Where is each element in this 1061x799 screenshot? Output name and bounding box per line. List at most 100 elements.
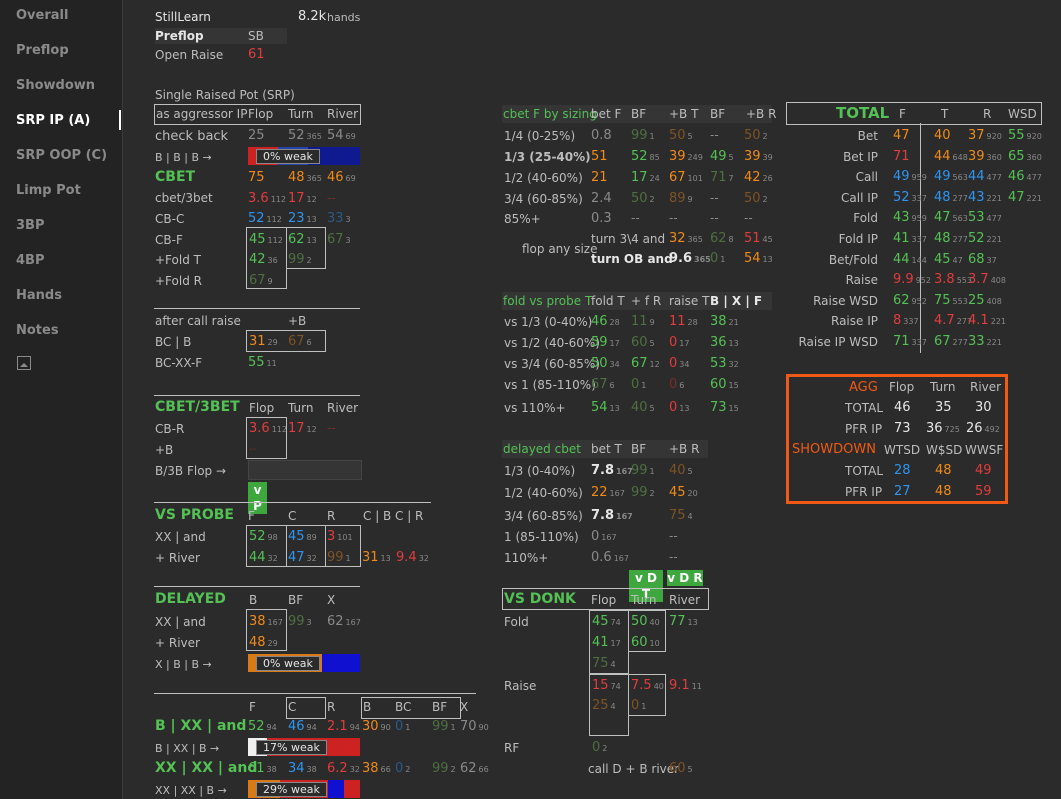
vsprobe-col: C | R bbox=[395, 509, 424, 523]
bottom-col: R bbox=[327, 700, 336, 714]
sizing-title: cbet F by sizing bbox=[503, 107, 597, 121]
cell: -- bbox=[327, 421, 336, 435]
bottom-r2b-label: XX | XX | B → bbox=[155, 784, 227, 797]
bottom-r2b-bar: 29% weak bbox=[248, 780, 360, 798]
cell: 44 477 bbox=[968, 169, 1002, 185]
agg-col: River bbox=[970, 380, 1002, 394]
nav-showdown[interactable]: Showdown bbox=[16, 78, 95, 93]
cell: 70 90 bbox=[460, 719, 489, 734]
vsprobe-col: R bbox=[327, 509, 336, 523]
sizing-col: bet F bbox=[591, 107, 622, 121]
cell: 3 101 bbox=[327, 529, 353, 544]
cell: 73 bbox=[894, 421, 911, 436]
cell: 2.1 94 bbox=[327, 719, 360, 734]
cell: 0 167 bbox=[591, 529, 617, 544]
cell: 53 32 bbox=[710, 356, 739, 371]
vsprobe-col: C bbox=[288, 509, 297, 523]
cell: 49 563 bbox=[934, 169, 968, 185]
total-row-label: Raise WSD bbox=[813, 293, 878, 308]
cell: 33 221 bbox=[968, 334, 1002, 349]
cell: 49 bbox=[975, 463, 992, 478]
image-icon[interactable] bbox=[17, 356, 31, 370]
cell: 71 337 bbox=[893, 334, 927, 349]
vsprobe-title: VS PROBE bbox=[155, 507, 234, 523]
delayedcbet-col: +B R bbox=[669, 442, 700, 456]
showdown-title: SHOWDOWN bbox=[792, 442, 876, 457]
cell: 75 4 bbox=[669, 508, 693, 523]
cell: 62 66 bbox=[460, 761, 489, 776]
vsdonk-col: Turn bbox=[631, 593, 657, 607]
cell: 62 952 bbox=[893, 292, 927, 308]
bottom-col: F bbox=[249, 700, 256, 714]
cell: 77 13 bbox=[669, 614, 698, 629]
total-row-label: Raise IP WSD bbox=[798, 335, 878, 349]
plusb-label: +B bbox=[155, 443, 174, 457]
open-raise-label: Open Raise bbox=[155, 48, 224, 62]
cbet3-col-turn: Turn bbox=[288, 401, 314, 415]
agg-total-label: TOTAL bbox=[845, 401, 884, 415]
cell: 36 725 bbox=[926, 421, 960, 436]
cell: 3.7 408 bbox=[968, 272, 1006, 288]
total-row-label: Bet/Fold bbox=[828, 252, 878, 267]
cell: 7.5 40 bbox=[631, 678, 664, 693]
donk-calld-label: call D + B river bbox=[588, 762, 680, 776]
cell: 52 98 bbox=[249, 529, 278, 544]
vsprobe-col: C | B bbox=[363, 509, 392, 523]
vsdonk-col: Flop bbox=[591, 593, 617, 607]
cell: 75 4 bbox=[592, 656, 616, 671]
cell: 41 337 bbox=[893, 231, 927, 246]
hands-count: 8.2k bbox=[298, 9, 327, 24]
bottom-r1-label: B | XX | and bbox=[155, 718, 247, 734]
cell: 52 337 bbox=[893, 189, 927, 205]
nav-preflop[interactable]: Preflop bbox=[16, 43, 69, 58]
cell: 35 bbox=[935, 400, 952, 415]
sizing-col: BF bbox=[631, 107, 647, 121]
cell: 4.1 221 bbox=[968, 313, 1006, 329]
cbet3-col-river: River bbox=[327, 401, 359, 415]
cell: 37 920 bbox=[968, 128, 1002, 143]
total-title: TOTAL bbox=[836, 104, 890, 122]
active-indicator bbox=[119, 110, 121, 130]
srp-agg-label: as aggressor IP bbox=[156, 107, 248, 121]
cell: 22 167 bbox=[591, 485, 625, 500]
bottom-col: X bbox=[460, 700, 469, 714]
foldprobe-r2-label: vs 3/4 (60-85%) bbox=[504, 357, 600, 371]
cell: 99 2 bbox=[432, 761, 456, 776]
cell: 27 bbox=[894, 484, 911, 499]
delayed-r3-label: X | B | B → bbox=[155, 658, 212, 671]
cell: 53 477 bbox=[968, 210, 1002, 226]
foldprobe-r3-label: vs 1 (85-110%) bbox=[504, 378, 596, 392]
total-row-label: Call IP bbox=[841, 190, 878, 205]
nav-overall[interactable]: Overall bbox=[16, 8, 68, 23]
vsprobe-r2-label: + River bbox=[155, 551, 200, 565]
total-row-label: Fold IP bbox=[838, 232, 878, 246]
cell: 62 167 bbox=[327, 614, 361, 629]
cell: 67 12 bbox=[631, 356, 660, 371]
dc-r2-label: 3/4 (60-85%) bbox=[504, 509, 583, 523]
cell: 31 13 bbox=[362, 550, 391, 565]
srp-col-river: River bbox=[327, 107, 359, 121]
cell: 67 277 bbox=[934, 334, 968, 349]
vdr-tag[interactable]: v D R bbox=[667, 570, 703, 586]
cell: 52 221 bbox=[968, 231, 1002, 246]
cell: 01 bbox=[395, 719, 411, 734]
total-col: R bbox=[983, 107, 992, 121]
preflop-pos: SB bbox=[248, 29, 264, 43]
cell: 99 3 bbox=[288, 614, 312, 629]
cell: 48 bbox=[935, 484, 952, 499]
cell: 49 959 bbox=[893, 169, 927, 185]
delayedcbet-col: bet T bbox=[591, 442, 622, 456]
cell: 45 47 bbox=[934, 251, 963, 267]
cell: 44 144 bbox=[893, 251, 927, 267]
nav-srp-ip[interactable]: SRP IP (A) bbox=[16, 113, 90, 128]
cell: 01 bbox=[631, 377, 647, 392]
cell: 15 74 bbox=[592, 678, 621, 693]
total-col: F bbox=[899, 107, 906, 121]
cell: -- bbox=[669, 550, 678, 564]
delayed-bar: 0% weak bbox=[248, 654, 360, 672]
cell: 48 bbox=[935, 463, 952, 478]
cell: 28 bbox=[894, 463, 911, 478]
divider bbox=[154, 586, 360, 587]
cell: 75 553 bbox=[934, 292, 968, 308]
cell: 39 360 bbox=[968, 148, 1002, 164]
